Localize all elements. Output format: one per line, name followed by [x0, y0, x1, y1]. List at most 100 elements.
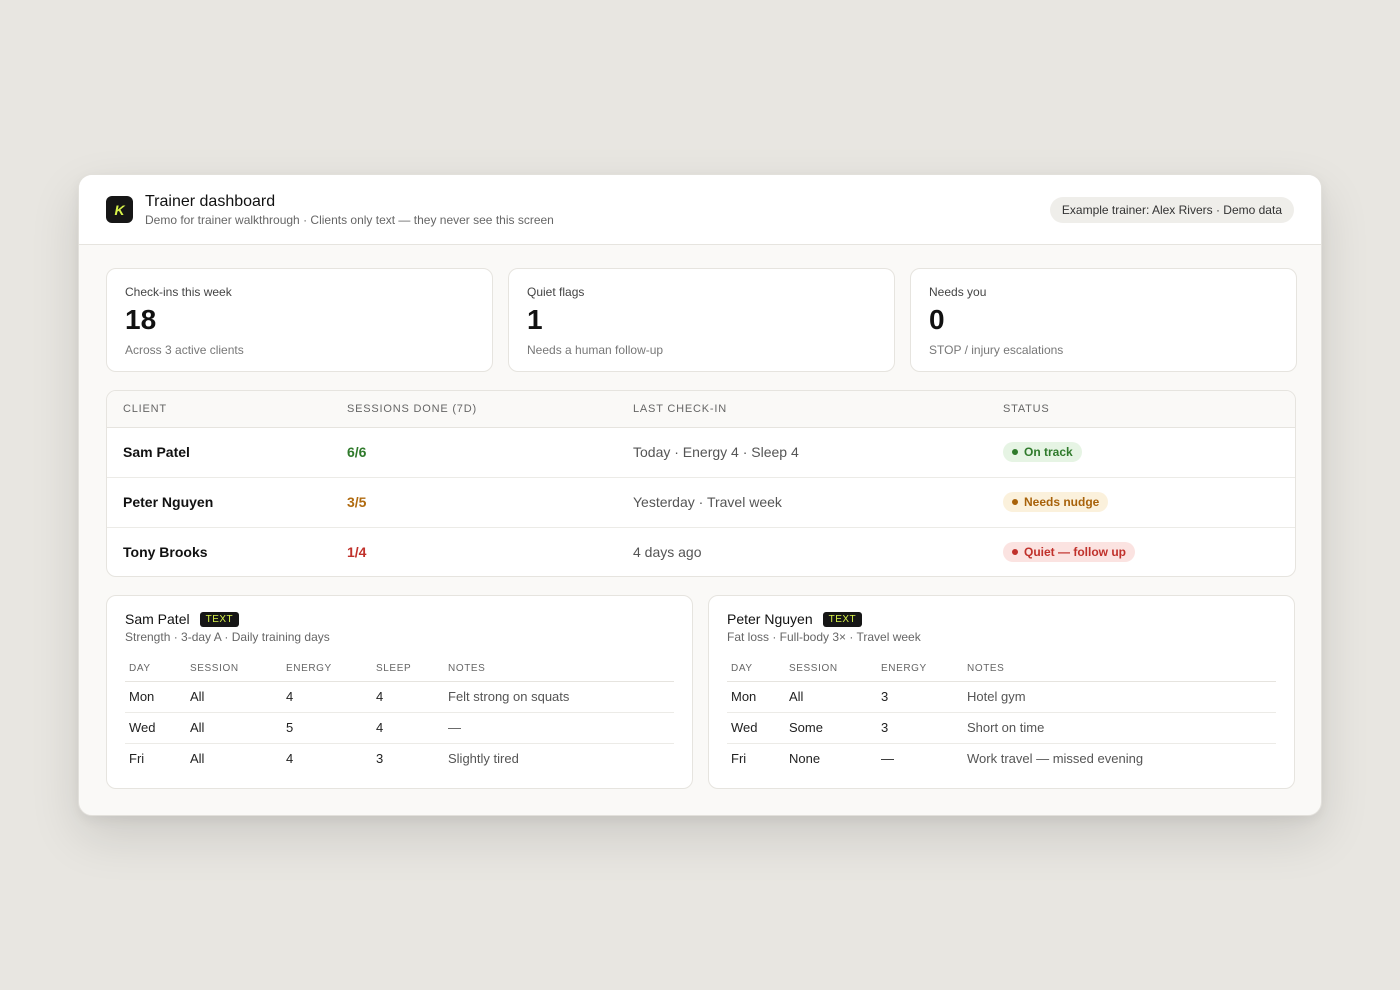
sessions-done: 3/5 [331, 477, 617, 528]
session-cell: Some [785, 712, 877, 744]
stat-card-needs-you: Needs you 0 STOP / injury escalations [910, 268, 1297, 372]
sessions-done: 6/6 [331, 427, 617, 478]
column-header-notes: NOTES [963, 657, 1276, 682]
table-row: Mon All 4 4 Felt strong on squats [125, 681, 674, 713]
detail-head: Peter Nguyen TEXT [727, 611, 1276, 627]
column-header-session: SESSION [186, 657, 282, 682]
sessions-done: 1/4 [347, 544, 367, 561]
energy-cell: 3 [877, 712, 963, 744]
dashboard-window: K Trainer dashboard Demo for trainer wal… [78, 174, 1322, 816]
clients-table: CLIENT SESSIONS DONE (7D) LAST CHECK-IN … [107, 391, 1295, 576]
status-label: Quiet — follow up [1024, 545, 1126, 560]
stat-note: STOP / injury escalations [929, 343, 1064, 357]
client-name[interactable]: Tony Brooks [107, 527, 331, 576]
table-row: Fri All 4 3 Slightly tired [125, 743, 674, 774]
status-badge: Quiet — follow up [1003, 542, 1135, 563]
table-row: Mon All 3 Hotel gym [727, 681, 1276, 713]
status-dot-icon [1012, 549, 1018, 556]
energy-cell: 3 [877, 681, 963, 713]
notes-cell: Slightly tired [448, 751, 519, 767]
sleep-cell: 4 [372, 681, 444, 713]
stat-value: 1 [527, 304, 543, 335]
page-subtitle: Demo for trainer walkthrough · Clients o… [145, 213, 554, 227]
day-cell: Mon [125, 681, 186, 713]
clients-table-card: CLIENT SESSIONS DONE (7D) LAST CHECK-IN … [106, 390, 1296, 577]
title-block: Trainer dashboard Demo for trainer walkt… [145, 192, 554, 227]
day-cell: Wed [727, 712, 785, 744]
column-header-energy: ENERGY [877, 657, 963, 682]
table-header-row: DAY SESSION ENERGY SLEEP NOTES [125, 657, 674, 682]
stat-note: Across 3 active clients [125, 343, 244, 357]
header: K Trainer dashboard Demo for trainer wal… [79, 175, 1321, 245]
client-detail-card-sam: Sam Patel TEXT Strength · 3-day A · Dail… [106, 595, 693, 789]
status-badge: Needs nudge [1003, 492, 1109, 512]
table-row[interactable]: Peter Nguyen 3/5 Yesterday · Travel week… [107, 477, 1295, 528]
status-dot-icon [1012, 449, 1018, 455]
column-header-status: STATUS [987, 391, 1295, 428]
column-header-notes: NOTES [444, 657, 674, 682]
detail-subtitle: Fat loss · Full-body 3× · Travel week [727, 630, 921, 644]
sleep-cell: 3 [376, 751, 384, 767]
column-header-sessions: SESSIONS DONE (7D) [331, 391, 617, 428]
session-cell: All [190, 751, 205, 767]
last-checkin: 4 days ago [633, 544, 702, 561]
client-detail-row: Sam Patel TEXT Strength · 3-day A · Dail… [106, 595, 1295, 789]
client-name[interactable]: Sam Patel [107, 427, 331, 478]
table-row: Fri None — Work travel — missed evening [727, 743, 1276, 774]
status-cell: On track [987, 427, 1295, 478]
table-header-row: DAY SESSION ENERGY NOTES [727, 657, 1276, 682]
status-cell: Quiet — follow up [987, 527, 1295, 576]
column-header-session: SESSION [785, 657, 877, 682]
column-header-day: DAY [727, 657, 785, 682]
day-cell: Fri [129, 751, 145, 767]
column-header-sleep: SLEEP [372, 657, 444, 682]
energy-cell: — [881, 751, 894, 767]
detail-subtitle: Strength · 3-day A · Daily training days [125, 630, 330, 644]
stat-label: Quiet flags [527, 285, 585, 299]
table-row[interactable]: Sam Patel 6/6 Today · Energy 4 · Sleep 4… [107, 427, 1295, 478]
session-cell: None [789, 751, 821, 767]
stat-label: Check-ins this week [125, 285, 232, 299]
table-header-row: CLIENT SESSIONS DONE (7D) LAST CHECK-IN … [107, 391, 1295, 428]
day-cell: Wed [125, 712, 186, 744]
stat-value: 0 [929, 304, 945, 335]
text-tag: TEXT [822, 611, 863, 627]
page-title: Trainer dashboard [145, 193, 276, 210]
detail-client-name: Sam Patel [125, 611, 190, 627]
sleep-cell: 4 [372, 712, 444, 744]
notes-cell: Work travel — missed evening [967, 751, 1144, 767]
notes-cell: Felt strong on squats [444, 681, 674, 713]
column-header-last-checkin: LAST CHECK-IN [617, 391, 987, 428]
last-checkin: Yesterday · Travel week [617, 477, 987, 528]
session-cell: All [785, 681, 877, 713]
app-logo: K [106, 196, 133, 223]
notes-cell: Short on time [963, 712, 1276, 744]
column-header-client: CLIENT [107, 391, 331, 428]
client-detail-card-peter: Peter Nguyen TEXT Fat loss · Full-body 3… [708, 595, 1295, 789]
table-row[interactable]: Tony Brooks 1/4 4 days ago Quiet — follo… [107, 527, 1295, 576]
client-name[interactable]: Peter Nguyen [107, 477, 331, 528]
column-header-energy: ENERGY [282, 657, 372, 682]
table-row: Wed Some 3 Short on time [727, 712, 1276, 744]
stat-value: 18 [125, 304, 157, 335]
checkin-table: DAY SESSION ENERGY NOTES Mon All 3 Hotel… [727, 657, 1276, 774]
stats-row: Check-ins this week 18 Across 3 active c… [106, 268, 1297, 372]
table-row: Wed All 5 4 — [125, 712, 674, 744]
detail-client-name: Peter Nguyen [727, 611, 813, 627]
status-cell: Needs nudge [987, 477, 1295, 528]
last-checkin: Today · Energy 4 · Sleep 4 [617, 427, 987, 478]
day-cell: Mon [727, 681, 785, 713]
column-header-day: DAY [125, 657, 186, 682]
stat-note: Needs a human follow-up [527, 343, 664, 357]
session-cell: All [186, 712, 282, 744]
status-label: Needs nudge [1024, 495, 1100, 509]
session-cell: All [186, 681, 282, 713]
text-tag: TEXT [199, 611, 240, 627]
energy-cell: 5 [282, 712, 372, 744]
status-dot-icon [1012, 499, 1018, 505]
detail-head: Sam Patel TEXT [125, 611, 674, 627]
notes-cell: Hotel gym [963, 681, 1276, 713]
stat-card-quiet-flags: Quiet flags 1 Needs a human follow-up [508, 268, 895, 372]
trainer-pill: Example trainer: Alex Rivers · Demo data [1049, 197, 1294, 223]
checkin-table: DAY SESSION ENERGY SLEEP NOTES Mon All 4… [125, 657, 674, 774]
